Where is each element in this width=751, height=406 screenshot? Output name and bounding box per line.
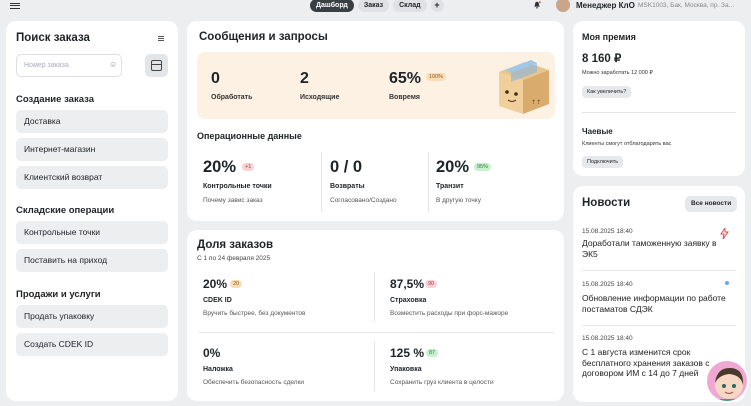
svg-text:↑↑: ↑↑: [531, 99, 541, 106]
order-search-input[interactable]: Номер заказа ☺: [16, 54, 122, 77]
returns-value[interactable]: 0 / 0: [330, 158, 362, 177]
divider: [374, 341, 375, 391]
menu-icon[interactable]: [10, 3, 20, 9]
user-name[interactable]: Менеджер КлО: [576, 1, 635, 10]
messages-title: Сообщения и запросы: [199, 31, 328, 43]
cdek-id-sub: Вручить быстрее, без документов: [203, 310, 306, 317]
insurance-badge: 90: [425, 280, 438, 288]
orders-share-title: Доля заказов: [197, 239, 274, 251]
search-title: Поиск заказа: [16, 32, 90, 44]
tips-title: Чаевые: [582, 127, 613, 136]
cod-value[interactable]: 0%: [203, 346, 220, 360]
messages-card: Сообщения и запросы 0 Обработать 2 Исход…: [187, 21, 564, 221]
nav-checkpoints[interactable]: Контрольные точки: [16, 221, 168, 244]
tab-order[interactable]: Заказ: [357, 0, 390, 12]
to-process-label: Обработать: [211, 94, 253, 101]
packaging-badge: 87: [426, 349, 439, 357]
divider: [374, 272, 375, 322]
to-process-value[interactable]: 0: [211, 70, 220, 88]
insurance-value[interactable]: 87,5%: [390, 277, 424, 291]
news-date: 15.08.2025 18:40: [582, 281, 633, 288]
box-mascot-icon: ↑↑: [499, 60, 549, 114]
orders-share-card: Доля заказов С 1 по 24 февраля 2025 20% …: [187, 230, 564, 401]
news-date: 15.08.2025 18:40: [582, 335, 633, 342]
returns-label: Возвраты: [330, 183, 365, 190]
bonus-card: Моя премия 8 160 ₽ Можно заработать 12 0…: [573, 21, 745, 176]
nav-create-cdek-id[interactable]: Создать CDEK ID: [16, 333, 168, 356]
tips-sub: Клиенты смогут отблагодарить вас: [582, 141, 672, 147]
cdek-id-label: CDEK ID: [203, 297, 232, 304]
checkpoints-value[interactable]: 20%: [203, 158, 236, 177]
scan-button[interactable]: [145, 54, 168, 77]
all-news-button[interactable]: Все новости: [685, 196, 738, 212]
messages-band: 0 Обработать 2 Исходящие 65% 100% Воврем…: [197, 52, 555, 119]
returns-sub: Согласовано/Создано: [330, 197, 397, 204]
ontime-label: Вовремя: [389, 94, 420, 101]
cod-sub: Обеспечить безопасность сделки: [203, 379, 305, 386]
nav-sell-packaging[interactable]: Продать упаковку: [16, 305, 168, 328]
bell-icon[interactable]: [533, 1, 541, 9]
user-search-icon[interactable]: ☺: [109, 60, 117, 69]
cdek-id-badge: 20: [230, 280, 243, 288]
divider: [582, 325, 736, 326]
search-placeholder: Номер заказа: [24, 62, 69, 69]
connect-tips-button[interactable]: Подключить: [582, 156, 624, 168]
news-item-text[interactable]: Доработали таможенную заявку в ЭК5: [582, 238, 732, 259]
divider: [582, 270, 736, 271]
outgoing-label: Исходящие: [300, 94, 340, 101]
divider: [321, 152, 322, 212]
news-date: 15.08.2025 18:40: [582, 228, 633, 235]
cdek-id-value[interactable]: 20%: [203, 277, 227, 291]
how-to-increase-button[interactable]: Как увеличить?: [582, 86, 632, 98]
avatar[interactable]: [556, 0, 570, 12]
insurance-sub: Возместить расходы при форс-мажоре: [390, 310, 509, 317]
user-office: MSK1003, Бак, Москва, пр. За...: [638, 1, 735, 9]
outgoing-value[interactable]: 2: [300, 70, 309, 88]
transit-badge: 95%: [474, 163, 492, 171]
ontime-badge: 100%: [426, 73, 447, 81]
section-warehouse-ops: Складские операции: [16, 205, 115, 216]
nav-receive[interactable]: Поставить на приход: [16, 249, 168, 272]
assistant-avatar[interactable]: [705, 359, 749, 403]
nav-delivery[interactable]: Доставка: [16, 110, 168, 133]
cod-label: Наложка: [203, 366, 233, 373]
ontime-value[interactable]: 65%: [389, 70, 421, 88]
orders-share-period: С 1 по 24 февраля 2025: [197, 255, 271, 262]
section-sales: Продажи и услуги: [16, 289, 101, 300]
divider: [428, 152, 429, 212]
filter-icon[interactable]: [158, 36, 164, 41]
insurance-label: Страховка: [390, 297, 427, 304]
checkpoints-sub: Почему завис заказ: [203, 197, 263, 204]
nav-client-return[interactable]: Клиентский возврат: [16, 166, 168, 189]
divider: [582, 112, 736, 113]
packaging-label: Упаковка: [390, 366, 422, 373]
left-panel: Поиск заказа Номер заказа ☺ Создание зак…: [6, 21, 178, 401]
ops-title: Операционные данные: [197, 131, 302, 141]
packaging-sub: Сохранить груз клиента в целости: [390, 379, 494, 386]
packaging-value[interactable]: 125 %: [390, 346, 424, 360]
section-create-order: Создание заказа: [16, 94, 94, 105]
transit-label: Транзит: [436, 183, 464, 190]
transit-value[interactable]: 20%: [436, 158, 469, 177]
bonus-title: Моя премия: [582, 32, 636, 42]
unread-dot-icon: [725, 281, 729, 285]
scan-icon: [151, 60, 162, 71]
bonus-potential: Можно заработать 12 000 ₽: [582, 70, 653, 76]
tab-dashboard[interactable]: Дашборд: [310, 0, 354, 12]
news-title: Новости: [582, 197, 631, 209]
divider: [199, 332, 554, 333]
nav-online-store[interactable]: Интернет-магазин: [16, 138, 168, 161]
transit-sub: В другую точку: [436, 197, 481, 204]
bonus-amount: 8 160 ₽: [582, 53, 622, 65]
top-tabs: Дашборд Заказ Склад +: [310, 0, 444, 12]
news-item-text[interactable]: Обновление информации по работе постамат…: [582, 293, 732, 314]
checkpoints-label: Контрольные точки: [203, 183, 272, 190]
add-tab-button[interactable]: +: [430, 0, 444, 12]
checkpoints-badge: +1: [242, 163, 255, 171]
tab-warehouse[interactable]: Склад: [393, 0, 427, 12]
